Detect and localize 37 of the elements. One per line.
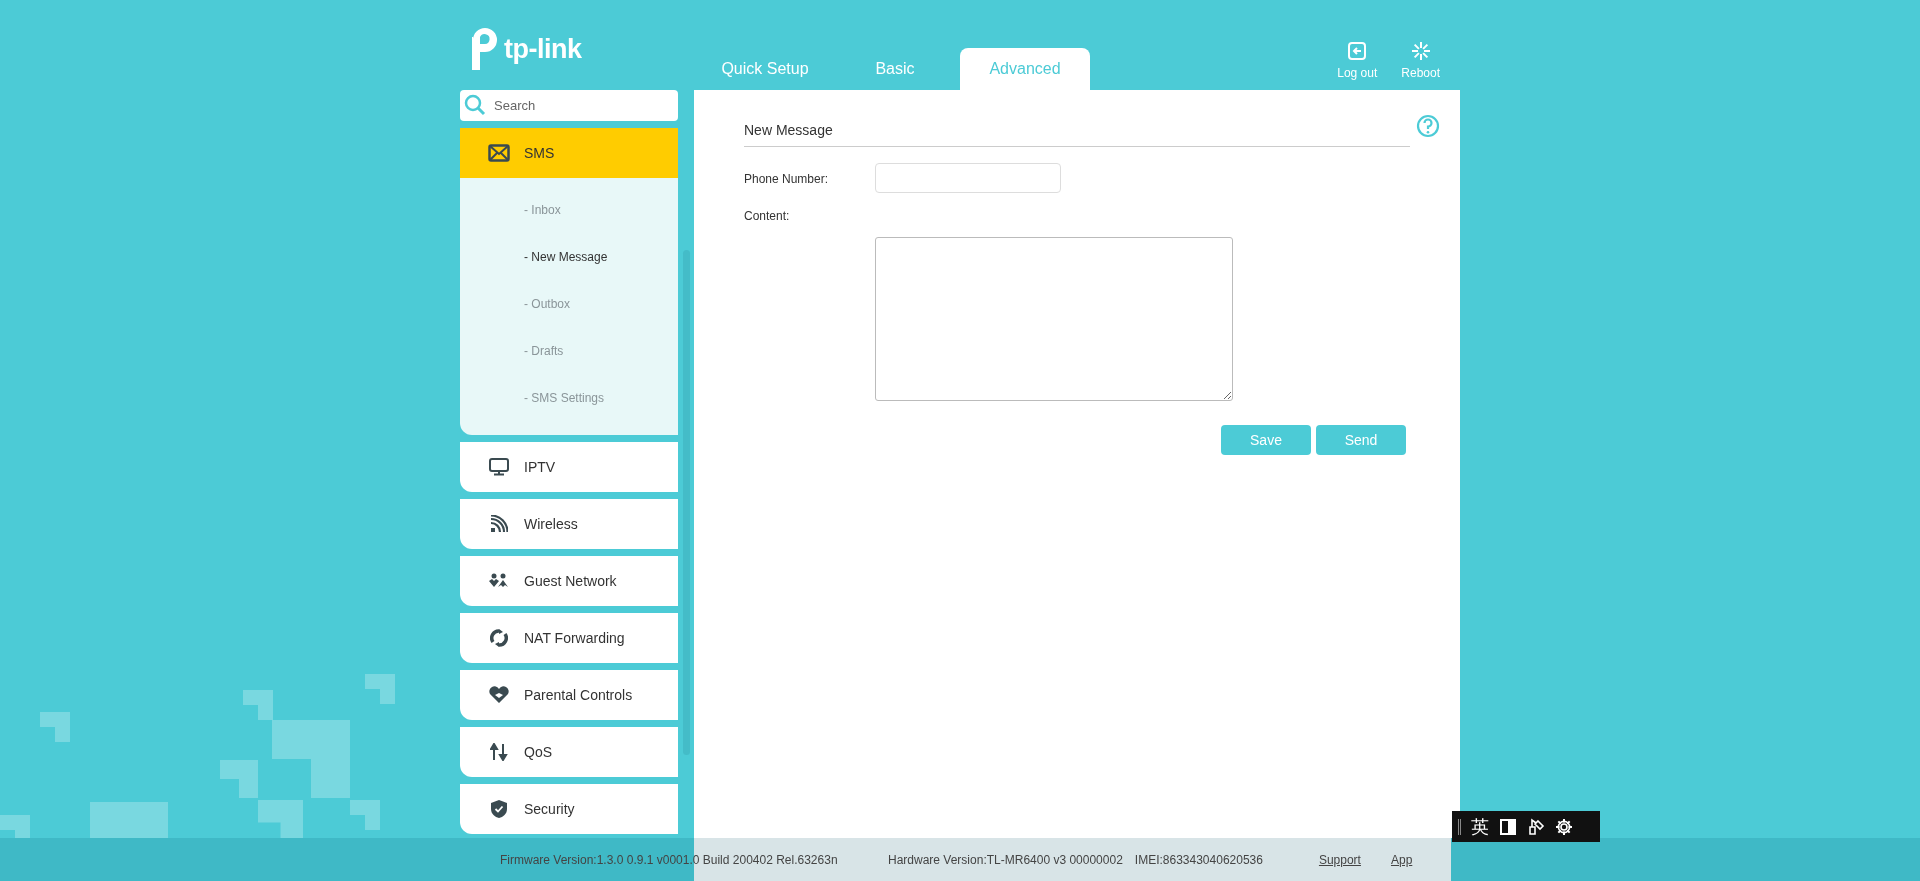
- spinner-icon: [1410, 41, 1431, 61]
- shield-icon: [491, 800, 507, 818]
- section-title: New Message: [744, 122, 1410, 147]
- envelope-icon: [488, 144, 510, 162]
- half-square-icon[interactable]: [1499, 817, 1517, 836]
- menu-item[interactable]: IPTV: [460, 442, 678, 492]
- guests-icon: [488, 573, 510, 589]
- monitor-icon: [489, 458, 509, 476]
- wireless-icon: [490, 515, 508, 533]
- submenu-item[interactable]: - New Message: [460, 233, 678, 280]
- search-icon: [464, 94, 486, 116]
- footer-link[interactable]: Support: [1318, 852, 1361, 867]
- menu-item[interactable]: QoS: [460, 727, 678, 777]
- imei-text: IMEI:863343040620536: [1134, 852, 1263, 867]
- menu-item[interactable]: Security: [460, 784, 678, 834]
- phone-number-field[interactable]: [875, 163, 1061, 193]
- menu-item[interactable]: Guest Network: [460, 556, 678, 606]
- refresh-icon: [490, 629, 508, 647]
- help-icon[interactable]: [1416, 114, 1440, 138]
- field-label: Phone Number:: [744, 171, 830, 186]
- hardware-version: Hardware Version:TL-MR6400 v3 00000002: [888, 852, 1123, 867]
- logo-text: tp-link: [504, 33, 582, 65]
- up-down-arrows-icon: [490, 743, 508, 761]
- menu-item[interactable]: Wireless: [460, 499, 678, 549]
- language-toggle[interactable]: 英: [1471, 814, 1489, 839]
- heart-icon: [488, 686, 510, 704]
- exit-icon: [1347, 41, 1368, 61]
- footer-link[interactable]: App: [1390, 852, 1413, 867]
- search-field[interactable]: Search: [460, 90, 678, 121]
- field-label: Content:: [744, 209, 791, 223]
- settings-icon[interactable]: [1555, 817, 1573, 836]
- action-label: Reboot: [1401, 66, 1440, 80]
- menu-item[interactable]: SMS: [460, 128, 678, 178]
- menu-item[interactable]: NAT Forwarding: [460, 613, 678, 663]
- action-label: Log out: [1337, 66, 1378, 80]
- menu-item[interactable]: Parental Controls: [460, 670, 678, 720]
- content-field[interactable]: [875, 237, 1233, 401]
